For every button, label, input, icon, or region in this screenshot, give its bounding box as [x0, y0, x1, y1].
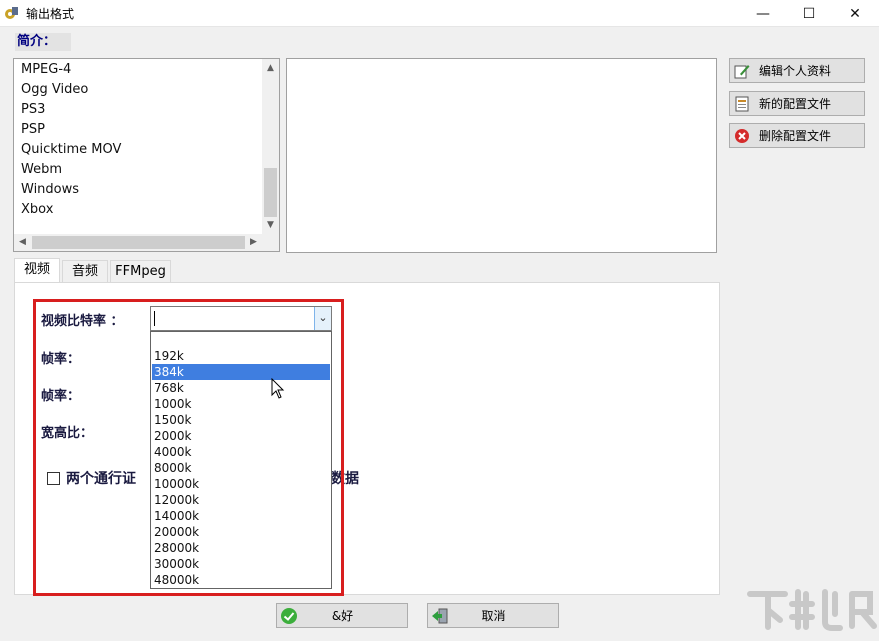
- cancel-button[interactable]: 取消: [427, 603, 559, 628]
- list-item[interactable]: Windows: [21, 180, 79, 200]
- delete-profile-label: 删除配置文件: [759, 129, 832, 143]
- horizontal-scrollbar[interactable]: ◀ ▶: [14, 234, 279, 251]
- title-bar: 输出格式 — ☐ ✕: [0, 0, 879, 27]
- close-button[interactable]: ✕: [832, 0, 878, 27]
- scroll-thumb[interactable]: [264, 168, 277, 217]
- watermark-logo: [740, 582, 879, 637]
- description-panel: [286, 58, 717, 253]
- new-profile-button[interactable]: 新的配置文件: [729, 91, 865, 116]
- edit-profile-label: 编辑个人资料: [759, 64, 832, 78]
- maximize-button[interactable]: ☐: [786, 0, 832, 27]
- app-icon: [4, 5, 20, 21]
- list-item[interactable]: Xbox: [21, 200, 53, 220]
- list-item[interactable]: Quicktime MOV: [21, 140, 121, 160]
- delete-profile-button[interactable]: 删除配置文件: [729, 123, 865, 148]
- profile-list[interactable]: MPEG-4 Ogg Video PS3 PSP Quicktime MOV W…: [13, 58, 280, 252]
- scroll-down-icon[interactable]: ▼: [262, 217, 279, 233]
- delete-icon: [733, 127, 751, 145]
- mouse-cursor-icon: [271, 377, 285, 404]
- edit-profile-button[interactable]: 编辑个人资料: [729, 58, 865, 83]
- window-title: 输出格式: [26, 7, 75, 21]
- check-icon: [280, 607, 298, 625]
- vertical-scrollbar[interactable]: ▲ ▼: [262, 59, 279, 234]
- highlight-frame: [33, 299, 344, 596]
- scroll-up-icon[interactable]: ▲: [262, 60, 279, 76]
- new-profile-label: 新的配置文件: [759, 97, 832, 111]
- list-item[interactable]: PSP: [21, 120, 45, 140]
- scroll-thumb[interactable]: [32, 236, 245, 249]
- tab-audio[interactable]: 音频: [62, 260, 108, 284]
- list-item[interactable]: MPEG-4: [21, 60, 71, 80]
- new-file-icon: [733, 95, 751, 113]
- list-item[interactable]: Webm: [21, 160, 62, 180]
- tab-ffmpeg[interactable]: FFMpeg: [110, 260, 171, 284]
- ok-button[interactable]: &好: [276, 603, 408, 628]
- exit-icon: [431, 607, 449, 625]
- list-item[interactable]: Ogg Video: [21, 80, 88, 100]
- cancel-label: 取消: [481, 609, 506, 623]
- list-item[interactable]: PS3: [21, 100, 45, 120]
- scroll-right-icon[interactable]: ▶: [245, 234, 262, 251]
- intro-label: 简介：: [15, 33, 71, 51]
- minimize-button[interactable]: —: [740, 0, 786, 27]
- edit-icon: [733, 62, 751, 80]
- ok-label: &好: [331, 609, 354, 623]
- scroll-left-icon[interactable]: ◀: [14, 234, 31, 251]
- tab-video[interactable]: 视频: [14, 258, 60, 284]
